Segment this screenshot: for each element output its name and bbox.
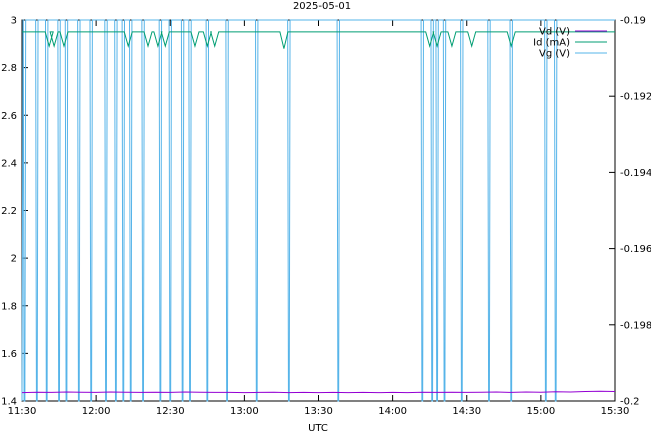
x-tick-label: 14:30 <box>452 406 481 417</box>
y-tick-label: 1.8 <box>1 301 17 312</box>
series-line-id <box>22 31 615 49</box>
y2-tick-label: -0.192 <box>620 92 651 103</box>
y2-tick-label: -0.196 <box>620 244 651 255</box>
x-tick-label: 13:30 <box>304 406 333 417</box>
y-tick-label: 1.4 <box>1 397 17 408</box>
x-axis-ticks: 11:30 12:00 12:30 13:00 13:30 14:00 14:30 15:00… <box>8 20 630 417</box>
y-tick-label: 2.4 <box>1 158 17 169</box>
legend-label: Id (mA) <box>533 38 570 49</box>
x-tick-label: 13:00 <box>230 406 259 417</box>
y2-tick-label: -0.198 <box>620 320 651 331</box>
x-tick-label: 15:00 <box>526 406 555 417</box>
legend-label: Vg (V) <box>539 49 570 60</box>
series-layer <box>21 19 616 402</box>
plot-frame <box>21 19 616 402</box>
legend-label: Vd (V) <box>539 27 570 38</box>
chart-title: 2025-05-01 <box>293 1 351 12</box>
chart: 2025-05-01 11:30 12:00 12:30 13:00 13:30 14:0… <box>1 1 651 432</box>
x-tick-label: 12:00 <box>82 406 111 417</box>
y2-tick-label: -0.2 <box>620 397 640 408</box>
y-tick-label: 2.2 <box>1 206 17 217</box>
x-tick-label: 12:30 <box>156 406 185 417</box>
series-line-vg <box>21 19 615 402</box>
x-tick-label: 11:30 <box>8 406 37 417</box>
y2-tick-label: -0.194 <box>620 168 651 179</box>
x-axis-label: UTC <box>308 423 328 432</box>
series-line-vd <box>21 390 616 394</box>
y-tick-label: 2.8 <box>1 63 17 74</box>
y-tick-label: 1.6 <box>1 349 17 360</box>
x-tick-label: 14:00 <box>378 406 407 417</box>
y-tick-label: 3 <box>11 16 17 27</box>
y-tick-label: 2.6 <box>1 111 17 122</box>
y2-tick-label: -0.19 <box>620 16 646 27</box>
x-tick-label: 15:30 <box>601 406 630 417</box>
y-tick-label: 2 <box>11 254 17 265</box>
